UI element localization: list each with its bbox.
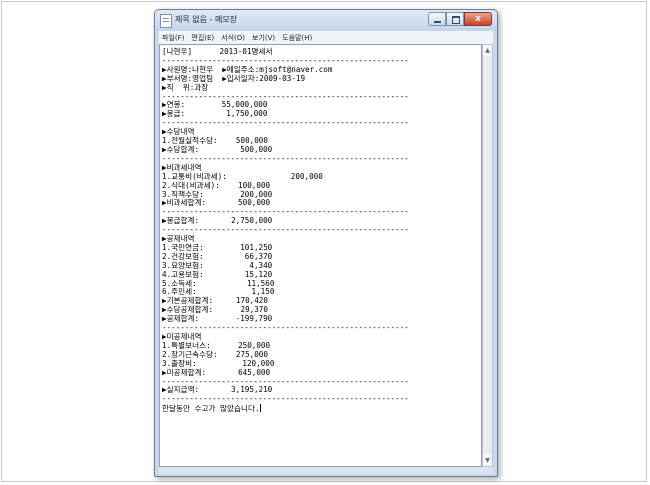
title-bar[interactable]: 제목 없음 - 메모장 x bbox=[155, 10, 497, 31]
minimize-button[interactable] bbox=[428, 12, 446, 26]
notepad-icon bbox=[160, 14, 172, 28]
menu-bar: 파일(F) 편집(E) 서식(O) 보기(V) 도움말(H) bbox=[159, 31, 493, 44]
close-icon: x bbox=[475, 14, 481, 24]
text-line: ----------------------------------------… bbox=[162, 323, 409, 333]
notepad-window: 제목 없음 - 메모장 x 파일(F) 편집(E) 서식(O) 보기(V) 도움… bbox=[154, 9, 498, 477]
text-line: ▶직 위:과장 bbox=[162, 82, 209, 92]
menu-edit[interactable]: 편집(E) bbox=[191, 33, 214, 43]
text-line: ▶비과세내역 bbox=[162, 162, 202, 172]
text-line: ▶봉급: 1,750,000 bbox=[162, 109, 268, 119]
screenshot-frame: 제목 없음 - 메모장 x 파일(F) 편집(E) 서식(O) 보기(V) 도움… bbox=[1, 1, 647, 482]
text-line: 2.식대(비과세): 100,000 bbox=[162, 180, 271, 190]
text-line: ▶수당내역 bbox=[162, 127, 195, 137]
text-editor[interactable]: [나현우] 2013-01명세서 -----------------------… bbox=[159, 44, 482, 467]
text-line: ▶공제합계: -199,790 bbox=[162, 314, 273, 324]
minimize-icon bbox=[434, 21, 441, 23]
maximize-button[interactable] bbox=[446, 12, 464, 26]
text-line: 2.장기근속수당: 275,000 bbox=[162, 349, 268, 359]
text-line: ▶실지급액: 3,195,210 bbox=[162, 385, 273, 395]
window-controls: x bbox=[428, 12, 492, 27]
text-line: 한달동안 수고가 많았습니다. bbox=[162, 404, 260, 414]
text-line: 4.고용보험: 15,120 bbox=[162, 269, 273, 279]
text-line: 3.요양보험: 4,340 bbox=[162, 260, 273, 270]
text-line: ▶사원명:나현우 ▶메일주소:mjsoft@naver.com bbox=[162, 64, 333, 74]
text-caret bbox=[259, 404, 261, 413]
text-line: ▶부서명:영업팀 ▶입사일자:2009-03-19 bbox=[162, 73, 306, 83]
text-line: [나현우] 2013-01명세서 bbox=[162, 47, 273, 56]
menu-help[interactable]: 도움말(H) bbox=[282, 33, 312, 43]
vertical-scrollbar[interactable]: ▲ ▼ bbox=[482, 44, 493, 467]
text-line: ----------------------------------------… bbox=[162, 225, 409, 235]
text-line: ----------------------------------------… bbox=[162, 207, 409, 217]
text-line: ▶비과세합계: 500,000 bbox=[162, 198, 271, 208]
menu-format[interactable]: 서식(O) bbox=[221, 33, 245, 43]
text-line: ----------------------------------------… bbox=[162, 91, 409, 101]
text-line: 1.특별보너스: 250,000 bbox=[162, 340, 271, 350]
document-text[interactable]: [나현우] 2013-01명세서 -----------------------… bbox=[160, 45, 481, 414]
text-line: ----------------------------------------… bbox=[162, 118, 409, 128]
resize-grip-icon[interactable]: ⋰ bbox=[485, 467, 492, 474]
text-line: ▶수당합계: 500,000 bbox=[162, 144, 273, 154]
text-line: 2.건강보험: 66,370 bbox=[162, 251, 273, 261]
bottom-strip: ⋰ bbox=[159, 467, 493, 474]
text-line: ▶수당공제합계: 29,370 bbox=[162, 305, 268, 315]
scroll-up-icon[interactable]: ▲ bbox=[483, 45, 492, 56]
window-title: 제목 없음 - 메모장 bbox=[175, 15, 238, 24]
maximize-icon bbox=[452, 16, 460, 24]
text-line: 1.국민연금: 101,250 bbox=[162, 242, 273, 252]
text-line: ▶미공제합계: 645,000 bbox=[162, 367, 271, 377]
scroll-down-icon[interactable]: ▼ bbox=[483, 455, 492, 466]
text-line: ▶봉급합계: 2,750,000 bbox=[162, 216, 273, 226]
text-line: 1.교통비(비과세): 200,000 bbox=[162, 171, 323, 181]
text-line: ----------------------------------------… bbox=[162, 394, 409, 404]
close-button[interactable]: x bbox=[464, 12, 492, 26]
text-line: ▶미공제내역 bbox=[162, 332, 202, 341]
text-line: 1.전월실적수당: 500,000 bbox=[162, 136, 268, 146]
text-line: ----------------------------------------… bbox=[162, 153, 409, 163]
menu-file[interactable]: 파일(F) bbox=[162, 33, 184, 43]
text-line: ▶연봉: 55,000,000 bbox=[162, 100, 268, 110]
text-line: ----------------------------------------… bbox=[162, 55, 409, 65]
text-line: ▶공제내역 bbox=[162, 234, 195, 244]
text-line: 3.출장비: 120,000 bbox=[162, 358, 275, 368]
menu-view[interactable]: 보기(V) bbox=[252, 33, 275, 43]
